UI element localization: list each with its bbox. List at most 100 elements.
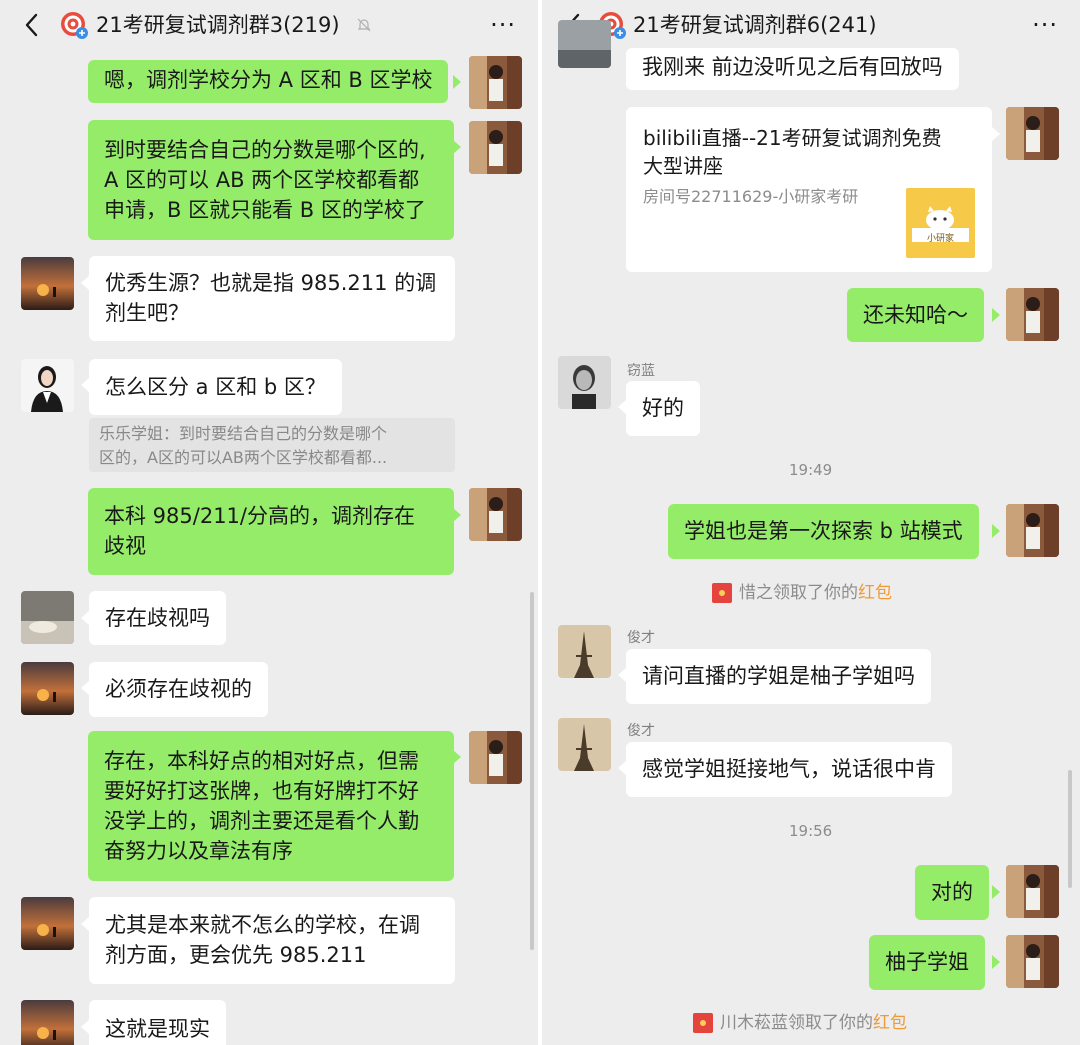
avatar-gray[interactable]	[21, 591, 74, 644]
message-bubble-other[interactable]: 这就是现实	[89, 1000, 226, 1045]
group-target-icon	[61, 12, 88, 39]
message-line: A 区的可以 AB 两个区学校都看都	[104, 168, 420, 192]
bubble-tail	[618, 668, 626, 682]
message-bubble-other[interactable]: 好的	[626, 381, 700, 436]
message-bubble-mine[interactable]: 本科 985/211/分高的，调剂存在 歧视	[88, 488, 454, 575]
bell-muted-icon	[357, 18, 371, 32]
avatar-self[interactable]	[1006, 107, 1059, 160]
message-line: 本科 985/211/分高的，调剂存在	[104, 504, 415, 528]
message-line: 到时要结合自己的分数是哪个区的,	[104, 138, 426, 162]
chat-title: 21考研复试调剂群6(241)	[633, 13, 877, 37]
avatar-self[interactable]	[1006, 935, 1059, 988]
message-line: 歧视	[104, 534, 146, 558]
avatar-sunset[interactable]	[21, 662, 74, 715]
notice-text: 惜之领取了你的	[739, 583, 858, 603]
bubble-tail	[453, 508, 461, 522]
notice-text: 川木菘蓝领取了你的	[720, 1013, 873, 1033]
message-line: 申请，B 区就只能看 B 区的学校了	[104, 198, 426, 222]
message-bubble-other[interactable]: 感觉学姐挺接地气，说话很中肯	[626, 742, 952, 797]
message-line: 要好好打这张牌，也有好牌打不好	[104, 779, 419, 803]
red-packet-icon	[693, 1013, 713, 1033]
bubble-tail	[81, 276, 89, 290]
message-bubble-other[interactable]: 怎么区分 a 区和 b 区？	[89, 359, 342, 415]
bubble-tail	[992, 885, 1000, 899]
timestamp: 19:56	[789, 822, 833, 840]
chat-pane-left: 21考研复试调剂群3(219) ··· 嗯，调剂学校分为 A 区和 B 区学校 …	[0, 0, 538, 1045]
avatar-self[interactable]	[1006, 865, 1059, 918]
message-bubble-mine[interactable]: 存在，本科好点的相对好点，但需 要好好打这张牌，也有好牌打不好 没学上的，调剂主…	[88, 731, 454, 881]
chevron-left-icon[interactable]	[22, 11, 42, 39]
avatar-self[interactable]	[469, 731, 522, 784]
more-dots-icon[interactable]: ···	[490, 10, 516, 40]
avatar-partial[interactable]	[558, 20, 611, 68]
chat-header: 21考研复试调剂群3(219) ···	[0, 0, 538, 50]
sender-name: 窃蓝	[627, 363, 655, 379]
card-subtitle: 房间号22711629-小研家考研	[643, 187, 859, 206]
red-packet-link[interactable]: 红包	[858, 583, 892, 603]
avatar-bw-portrait[interactable]	[558, 356, 611, 409]
avatar-girl[interactable]	[21, 359, 74, 412]
red-packet-icon	[712, 583, 732, 603]
message-bubble-other[interactable]: 请问直播的学姐是柚子学姐吗	[626, 649, 931, 704]
bubble-tail	[81, 681, 89, 695]
chat-header: 21考研复试调剂群6(241) ···	[542, 0, 1080, 50]
bubble-tail	[992, 955, 1000, 969]
message-bubble-other[interactable]: 优秀生源？也就是指 985.211 的调 剂生吧？	[89, 256, 455, 341]
avatar-sunset[interactable]	[21, 897, 74, 950]
chat-pane-right: 21考研复试调剂群6(241) ··· 我刚来 前边没听见之后有回放吗 bili…	[542, 0, 1080, 1045]
bubble-tail	[81, 917, 89, 931]
screen: 21考研复试调剂群3(219) ··· 嗯，调剂学校分为 A 区和 B 区学校 …	[0, 0, 1080, 1045]
avatar-eiffel[interactable]	[558, 718, 611, 771]
timestamp: 19:49	[789, 461, 833, 479]
quote-line: 区的，A区的可以AB两个区学校都看都...	[99, 448, 388, 467]
quoted-message[interactable]: 乐乐学姐：到时要结合自己的分数是哪个 区的，A区的可以AB两个区学校都看都...	[89, 418, 455, 472]
quote-line: 乐乐学姐：到时要结合自己的分数是哪个	[99, 424, 388, 443]
bubble-tail	[453, 75, 461, 89]
message-line: 奋努力以及章法有序	[104, 839, 293, 863]
message-bubble-other[interactable]: 必须存在歧视的	[89, 662, 268, 717]
chat-title: 21考研复试调剂群3(219)	[96, 13, 340, 37]
bubble-tail	[992, 308, 1000, 322]
more-dots-icon[interactable]: ···	[1032, 10, 1058, 40]
bubble-tail	[453, 140, 461, 154]
message-bubble-other[interactable]: 我刚来 前边没听见之后有回放吗	[626, 48, 959, 90]
message-bubble-mine[interactable]: 嗯，调剂学校分为 A 区和 B 区学校	[88, 60, 449, 103]
card-title-line: bilibili直播--21考研复试调剂免费	[643, 126, 942, 150]
message-line: 没学上的，调剂主要还是看个人勤	[104, 809, 419, 833]
bilibili-link-card[interactable]: bilibili直播--21考研复试调剂免费 大型讲座 房间号22711629-…	[626, 107, 992, 272]
avatar-self[interactable]	[469, 121, 522, 174]
scrollbar[interactable]	[1068, 770, 1072, 888]
red-packet-link[interactable]: 红包	[873, 1013, 907, 1033]
message-line: 优秀生源？也就是指 985.211 的调	[105, 271, 437, 295]
card-title-line: 大型讲座	[643, 154, 723, 178]
message-bubble-mine[interactable]: 柚子学姐	[869, 935, 985, 990]
message-bubble-mine[interactable]: 学姐也是第一次探索 b 站模式	[668, 504, 979, 559]
bubble-tail	[81, 611, 89, 625]
avatar-sunset[interactable]	[21, 1000, 74, 1045]
message-bubble-other[interactable]: 尤其是本来就不怎么的学校，在调 剂方面，更会优先 985.211	[89, 897, 455, 984]
avatar-self[interactable]	[469, 488, 522, 541]
bubble-tail	[618, 400, 626, 414]
bubble-tail	[81, 378, 89, 392]
card-thumbnail-label: 小研家	[926, 234, 954, 244]
message-bubble-mine[interactable]: 还未知哈～	[847, 288, 984, 342]
avatar-self[interactable]	[1006, 504, 1059, 557]
bubble-tail	[992, 127, 1000, 141]
card-thumbnail: 小研家	[906, 188, 975, 258]
bubble-tail	[453, 750, 461, 764]
message-bubble-other[interactable]: 存在歧视吗	[89, 591, 226, 645]
avatar-eiffel[interactable]	[558, 625, 611, 678]
red-packet-notice[interactable]: 惜之领取了你的红包	[739, 582, 892, 604]
avatar-sunset[interactable]	[21, 257, 74, 310]
bubble-tail	[992, 524, 1000, 538]
message-bubble-mine[interactable]: 到时要结合自己的分数是哪个区的, A 区的可以 AB 两个区学校都看都 申请，B…	[88, 120, 454, 240]
bubble-tail	[81, 1020, 89, 1034]
scrollbar[interactable]	[530, 592, 534, 950]
red-packet-notice[interactable]: 川木菘蓝领取了你的红包	[720, 1012, 907, 1034]
message-line: 剂方面，更会优先 985.211	[105, 943, 367, 967]
message-bubble-mine[interactable]: 对的	[915, 865, 989, 920]
sender-name: 俊才	[627, 723, 655, 739]
message-line: 存在，本科好点的相对好点，但需	[104, 749, 419, 773]
avatar-self[interactable]	[1006, 288, 1059, 341]
avatar-self[interactable]	[469, 56, 522, 109]
